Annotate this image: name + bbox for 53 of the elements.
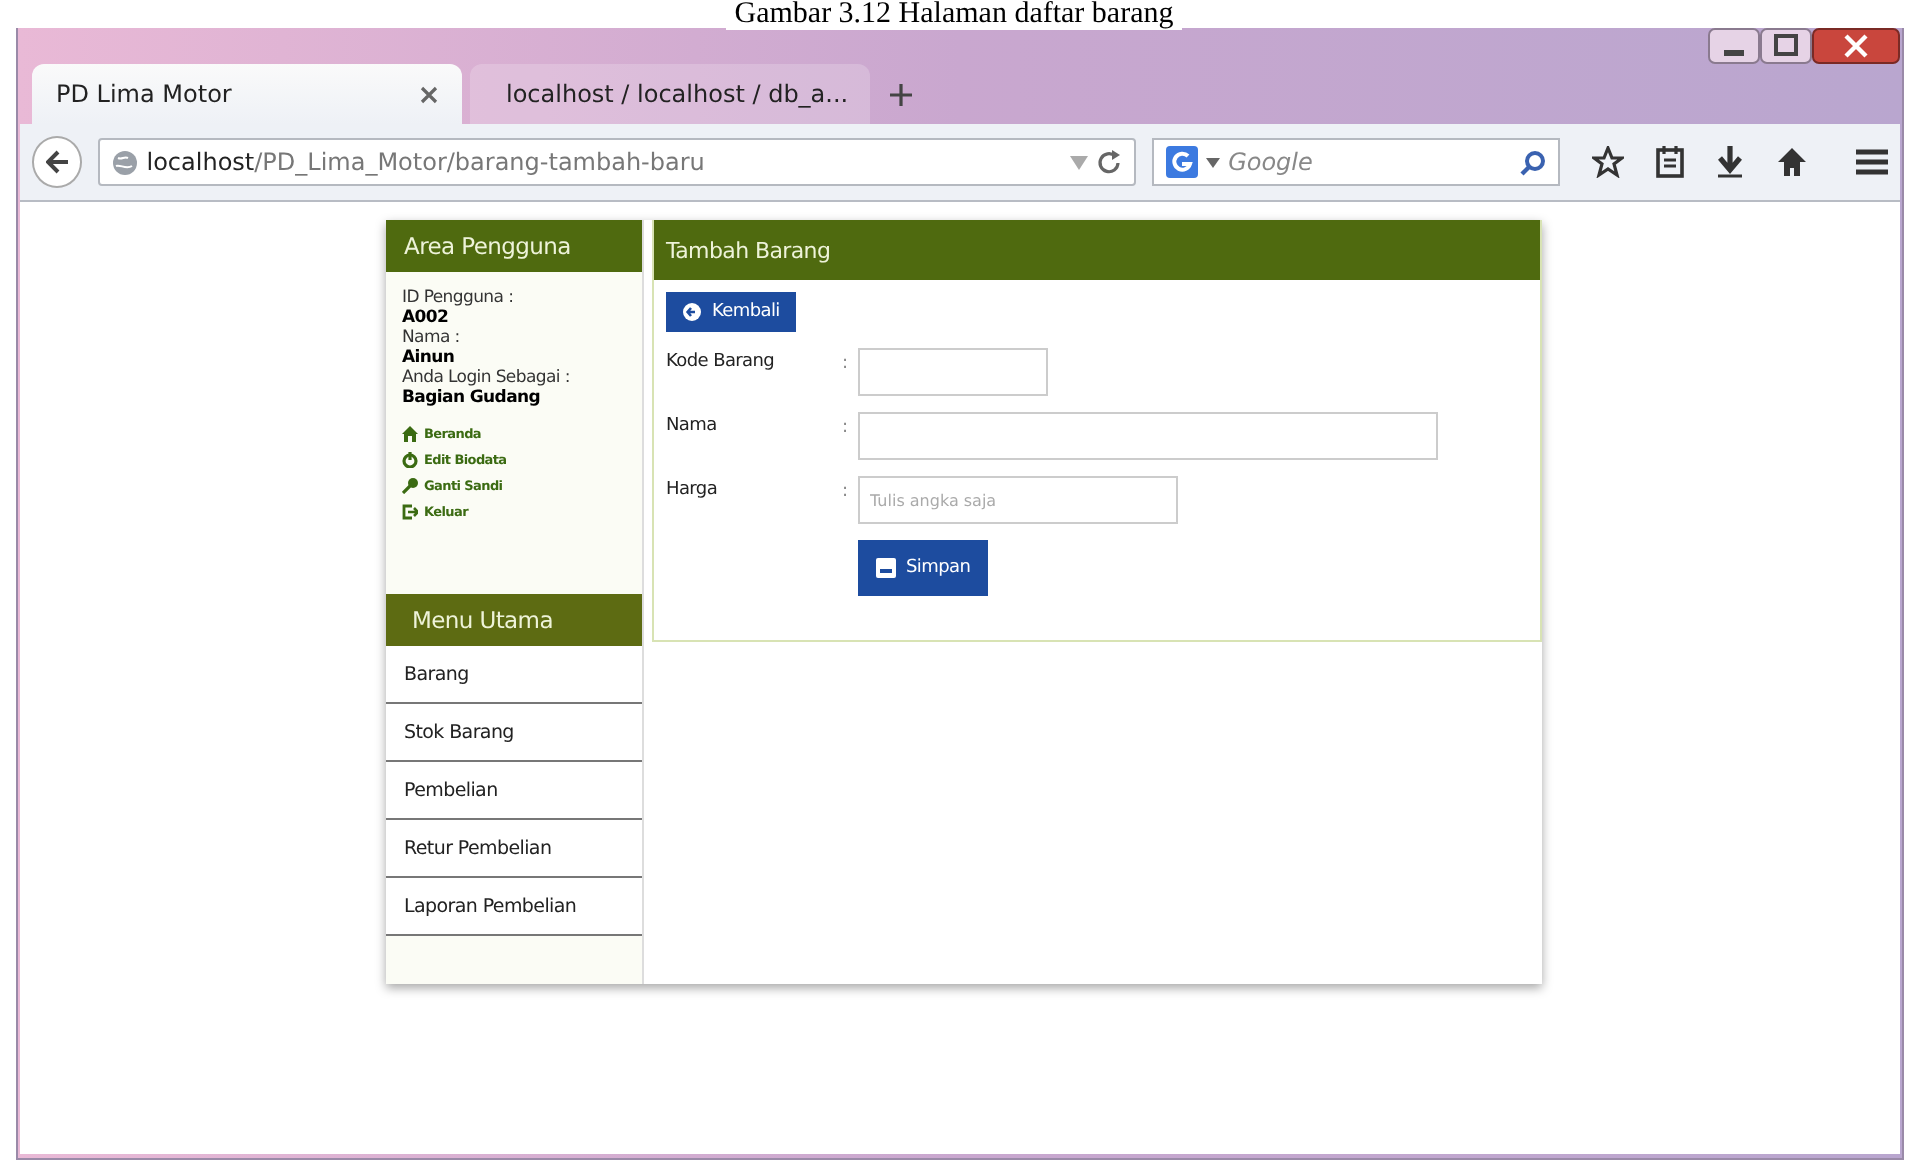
key-icon (402, 478, 418, 494)
panel-header: Area Pengguna (386, 220, 642, 272)
minimize-icon[interactable] (1708, 28, 1760, 64)
google-logo-icon (1166, 146, 1199, 178)
back-arrow-icon (45, 150, 70, 174)
form-label: Kode Barang (666, 350, 777, 372)
reload-icon[interactable] (1096, 149, 1123, 175)
search-field[interactable]: Google (1228, 148, 1512, 176)
address-bar[interactable]: localhost/PD_Lima_Motor/barang-tambah-baru (98, 138, 1137, 186)
home-icon[interactable] (1776, 146, 1808, 178)
save-button[interactable]: Simpan (858, 540, 989, 596)
logout-icon (402, 504, 418, 520)
menu-icon[interactable] (1856, 148, 1888, 176)
field-value: Ainun (402, 348, 457, 368)
menu-header: Menu Utama (386, 594, 642, 646)
field-label: Anda Login Sebagai : (402, 368, 572, 388)
star-icon[interactable] (1592, 146, 1624, 178)
new-tab-icon[interactable] (890, 84, 912, 106)
menu-item[interactable]: Pembelian (386, 762, 642, 820)
close-icon[interactable] (420, 85, 438, 103)
search-bar[interactable]: Google (1152, 138, 1560, 186)
back-button[interactable] (32, 136, 83, 188)
circle-arrow-icon (682, 302, 702, 322)
maximize-icon[interactable] (1760, 28, 1812, 64)
back-button[interactable]: Kembali (666, 292, 796, 332)
field-label: Nama : (402, 328, 462, 348)
home-icon (402, 426, 418, 442)
download-icon[interactable] (1716, 146, 1744, 178)
input-field[interactable] (858, 412, 1438, 460)
field-value: A002 (402, 308, 451, 328)
field-value: Bagian Gudang (402, 388, 543, 408)
url-host: localhost (146, 148, 255, 176)
colon-separator: : (842, 352, 850, 374)
search-icon[interactable] (1520, 149, 1546, 175)
menu-item[interactable]: Stok Barang (386, 704, 642, 762)
menu-item[interactable]: Barang (386, 646, 642, 704)
close-icon[interactable] (1812, 28, 1900, 64)
menu-item[interactable]: Laporan Pembelian (386, 878, 642, 936)
colon-separator: : (842, 416, 850, 438)
menu-item[interactable]: Retur Pembelian (386, 820, 642, 878)
input-field[interactable] (858, 348, 1048, 396)
figure-caption: Gambar 3.12 Halaman daftar barang (726, 0, 1182, 30)
url-path: /PD_Lima_Motor/barang-tambah-baru (254, 148, 707, 176)
browser-tab[interactable]: PD Lima Motor (32, 64, 462, 124)
colon-separator: : (842, 480, 850, 502)
input-field[interactable]: Tulis angka saja (858, 476, 1178, 524)
field-label: ID Pengguna : (402, 288, 516, 308)
power-icon (402, 452, 418, 468)
form-label: Nama (666, 414, 719, 436)
panel-header: Tambah Barang (654, 220, 1540, 280)
browser-tab[interactable]: localhost / localhost / db_a... (470, 64, 870, 124)
dropdown-icon[interactable] (1206, 157, 1221, 167)
form-label: Harga (666, 478, 720, 500)
